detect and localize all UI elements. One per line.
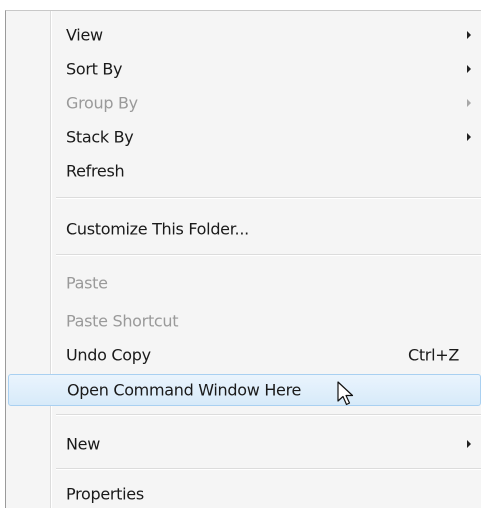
menu-item-group-by: Group By — [8, 88, 481, 118]
menu-item-properties[interactable]: Properties — [8, 479, 481, 509]
menu-separator — [56, 414, 481, 416]
menu-item-label: Group By — [66, 93, 138, 113]
menu-item-label: Stack By — [66, 127, 134, 147]
menu-item-label: Paste Shortcut — [66, 311, 179, 331]
menu-separator — [56, 197, 481, 199]
menu-item-label: Open Command Window Here — [67, 380, 302, 400]
menu-item-label: Sort By — [66, 59, 123, 79]
menu-item-undo-copy[interactable]: Undo Copy Ctrl+Z — [8, 340, 481, 370]
menu-item-label: View — [66, 25, 103, 45]
menu-item-label: Refresh — [66, 161, 125, 181]
submenu-arrow-icon — [467, 133, 471, 141]
menu-item-customize-folder[interactable]: Customize This Folder... — [8, 214, 481, 244]
menu-item-label: Properties — [66, 484, 144, 504]
menu-item-new[interactable]: New — [8, 429, 481, 459]
menu-separator — [56, 254, 481, 256]
menu-separator — [56, 468, 481, 470]
submenu-arrow-icon — [467, 31, 471, 39]
menu-item-view[interactable]: View — [8, 20, 481, 50]
submenu-arrow-icon — [467, 99, 471, 107]
menu-item-open-command-window[interactable]: Open Command Window Here — [8, 374, 481, 406]
submenu-arrow-icon — [467, 440, 471, 448]
context-menu: View Sort By Group By Stack By Refresh C… — [5, 10, 481, 508]
menu-item-refresh[interactable]: Refresh — [8, 156, 481, 186]
mouse-pointer-icon — [337, 381, 354, 406]
menu-item-label: Customize This Folder... — [66, 219, 249, 239]
menu-item-paste: Paste — [8, 268, 481, 298]
menu-item-sort-by[interactable]: Sort By — [8, 54, 481, 84]
menu-item-stack-by[interactable]: Stack By — [8, 122, 481, 152]
menu-item-label: Undo Copy — [66, 345, 151, 365]
menu-item-label: Paste — [66, 273, 108, 293]
submenu-arrow-icon — [467, 65, 471, 73]
menu-item-paste-shortcut: Paste Shortcut — [8, 306, 481, 336]
menu-item-label: New — [66, 434, 100, 454]
menu-item-shortcut: Ctrl+Z — [407, 345, 459, 365]
